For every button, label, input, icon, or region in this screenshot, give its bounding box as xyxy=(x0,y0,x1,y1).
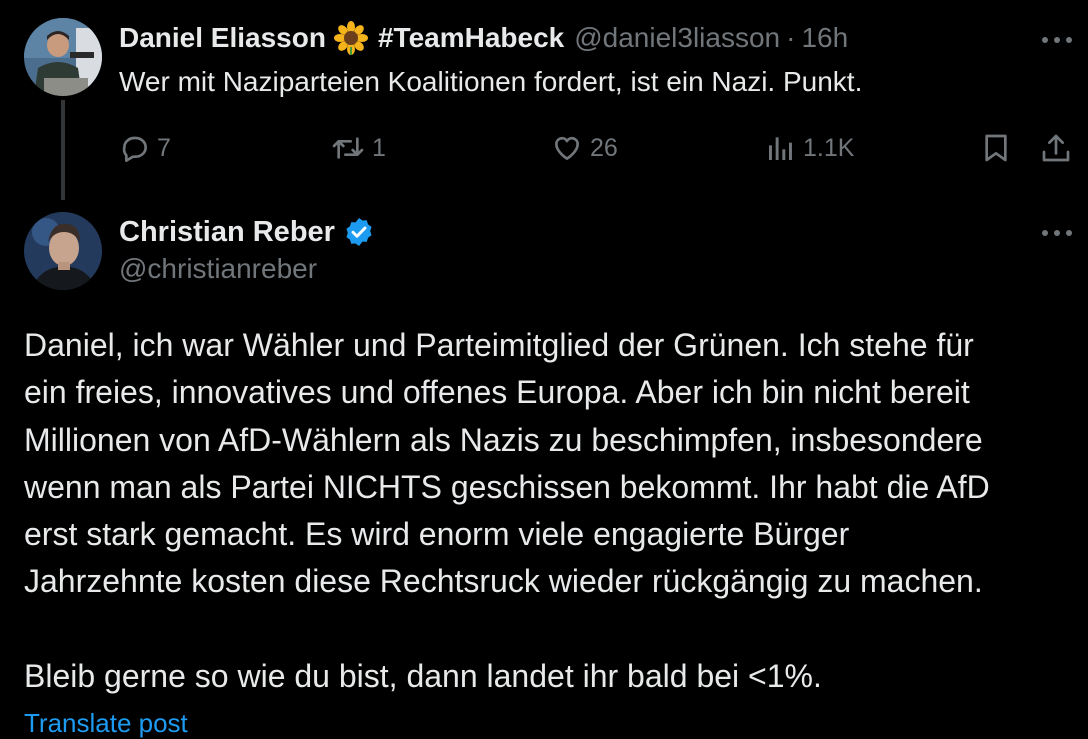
speech-bubble-icon xyxy=(119,132,151,164)
tweet-text-line: erst stark gemacht. Es wird enorm viele … xyxy=(24,516,850,553)
views-button[interactable]: 1.1K xyxy=(765,128,854,168)
share-icon xyxy=(1040,131,1072,165)
reply-action-bar: 7 1 26 1.1K xyxy=(0,128,1088,168)
tweet-text-line: Millionen von AfD-Wählern als Nazis zu b… xyxy=(24,421,983,458)
share-button[interactable] xyxy=(1040,128,1072,168)
reply-author-name[interactable]: Daniel Eliasson xyxy=(119,22,326,54)
reply-author-avatar[interactable] xyxy=(24,18,102,96)
like-button[interactable]: 26 xyxy=(550,128,618,168)
header-separator: · xyxy=(786,22,796,53)
reply-author-handle[interactable]: @daniel3liasson xyxy=(574,22,780,54)
tweet-text-line: Daniel, ich war Wähler und Parteimitglie… xyxy=(24,327,974,363)
tweet-text-line: ein freies, innovatives und offenes Euro… xyxy=(24,374,970,411)
bar-chart-icon xyxy=(765,132,797,164)
main-author-avatar[interactable] xyxy=(24,212,102,290)
reply-tweet-text: Wer mit Naziparteien Koalitionen fordert… xyxy=(119,66,863,97)
like-count: 26 xyxy=(590,133,618,162)
tweet-text-line: Bleib gerne so wie du bist, dann landet … xyxy=(24,658,822,695)
main-tweet-header: Christian Reber xyxy=(119,213,375,251)
bookmark-button[interactable] xyxy=(980,128,1012,168)
retweet-icon xyxy=(330,132,366,164)
reply-button[interactable]: 7 xyxy=(119,128,171,168)
bookmark-icon xyxy=(980,131,1012,165)
reply-tweet-header: Daniel Eliasson #TeamHabeck @daniel3lias… xyxy=(119,20,848,56)
translate-post-link[interactable]: Translate post xyxy=(24,708,188,739)
retweet-button[interactable]: 1 xyxy=(330,128,386,168)
main-tweet-text: Daniel, ich war Wähler und Parteimitglie… xyxy=(24,322,1086,700)
view-count: 1.1K xyxy=(803,133,855,162)
reply-count: 7 xyxy=(157,133,171,162)
more-options-icon[interactable] xyxy=(1042,228,1072,238)
sunflower-emoji-icon xyxy=(333,21,368,55)
hashtag-link[interactable]: #TeamHabeck xyxy=(378,22,564,54)
main-author-handle[interactable]: @christianreber xyxy=(119,253,317,285)
main-author-name[interactable]: Christian Reber xyxy=(119,216,335,249)
tweet-text-line: wenn man als Partei NICHTS geschissen be… xyxy=(24,468,990,505)
retweet-count: 1 xyxy=(372,133,386,162)
reply-timestamp[interactable]: 16h xyxy=(801,22,848,54)
heart-icon xyxy=(550,132,584,164)
verified-badge-icon xyxy=(343,216,375,248)
tweet-text-line: Jahrzehnte kosten diese Rechtsruck wiede… xyxy=(24,563,983,600)
more-options-icon[interactable] xyxy=(1042,35,1072,45)
